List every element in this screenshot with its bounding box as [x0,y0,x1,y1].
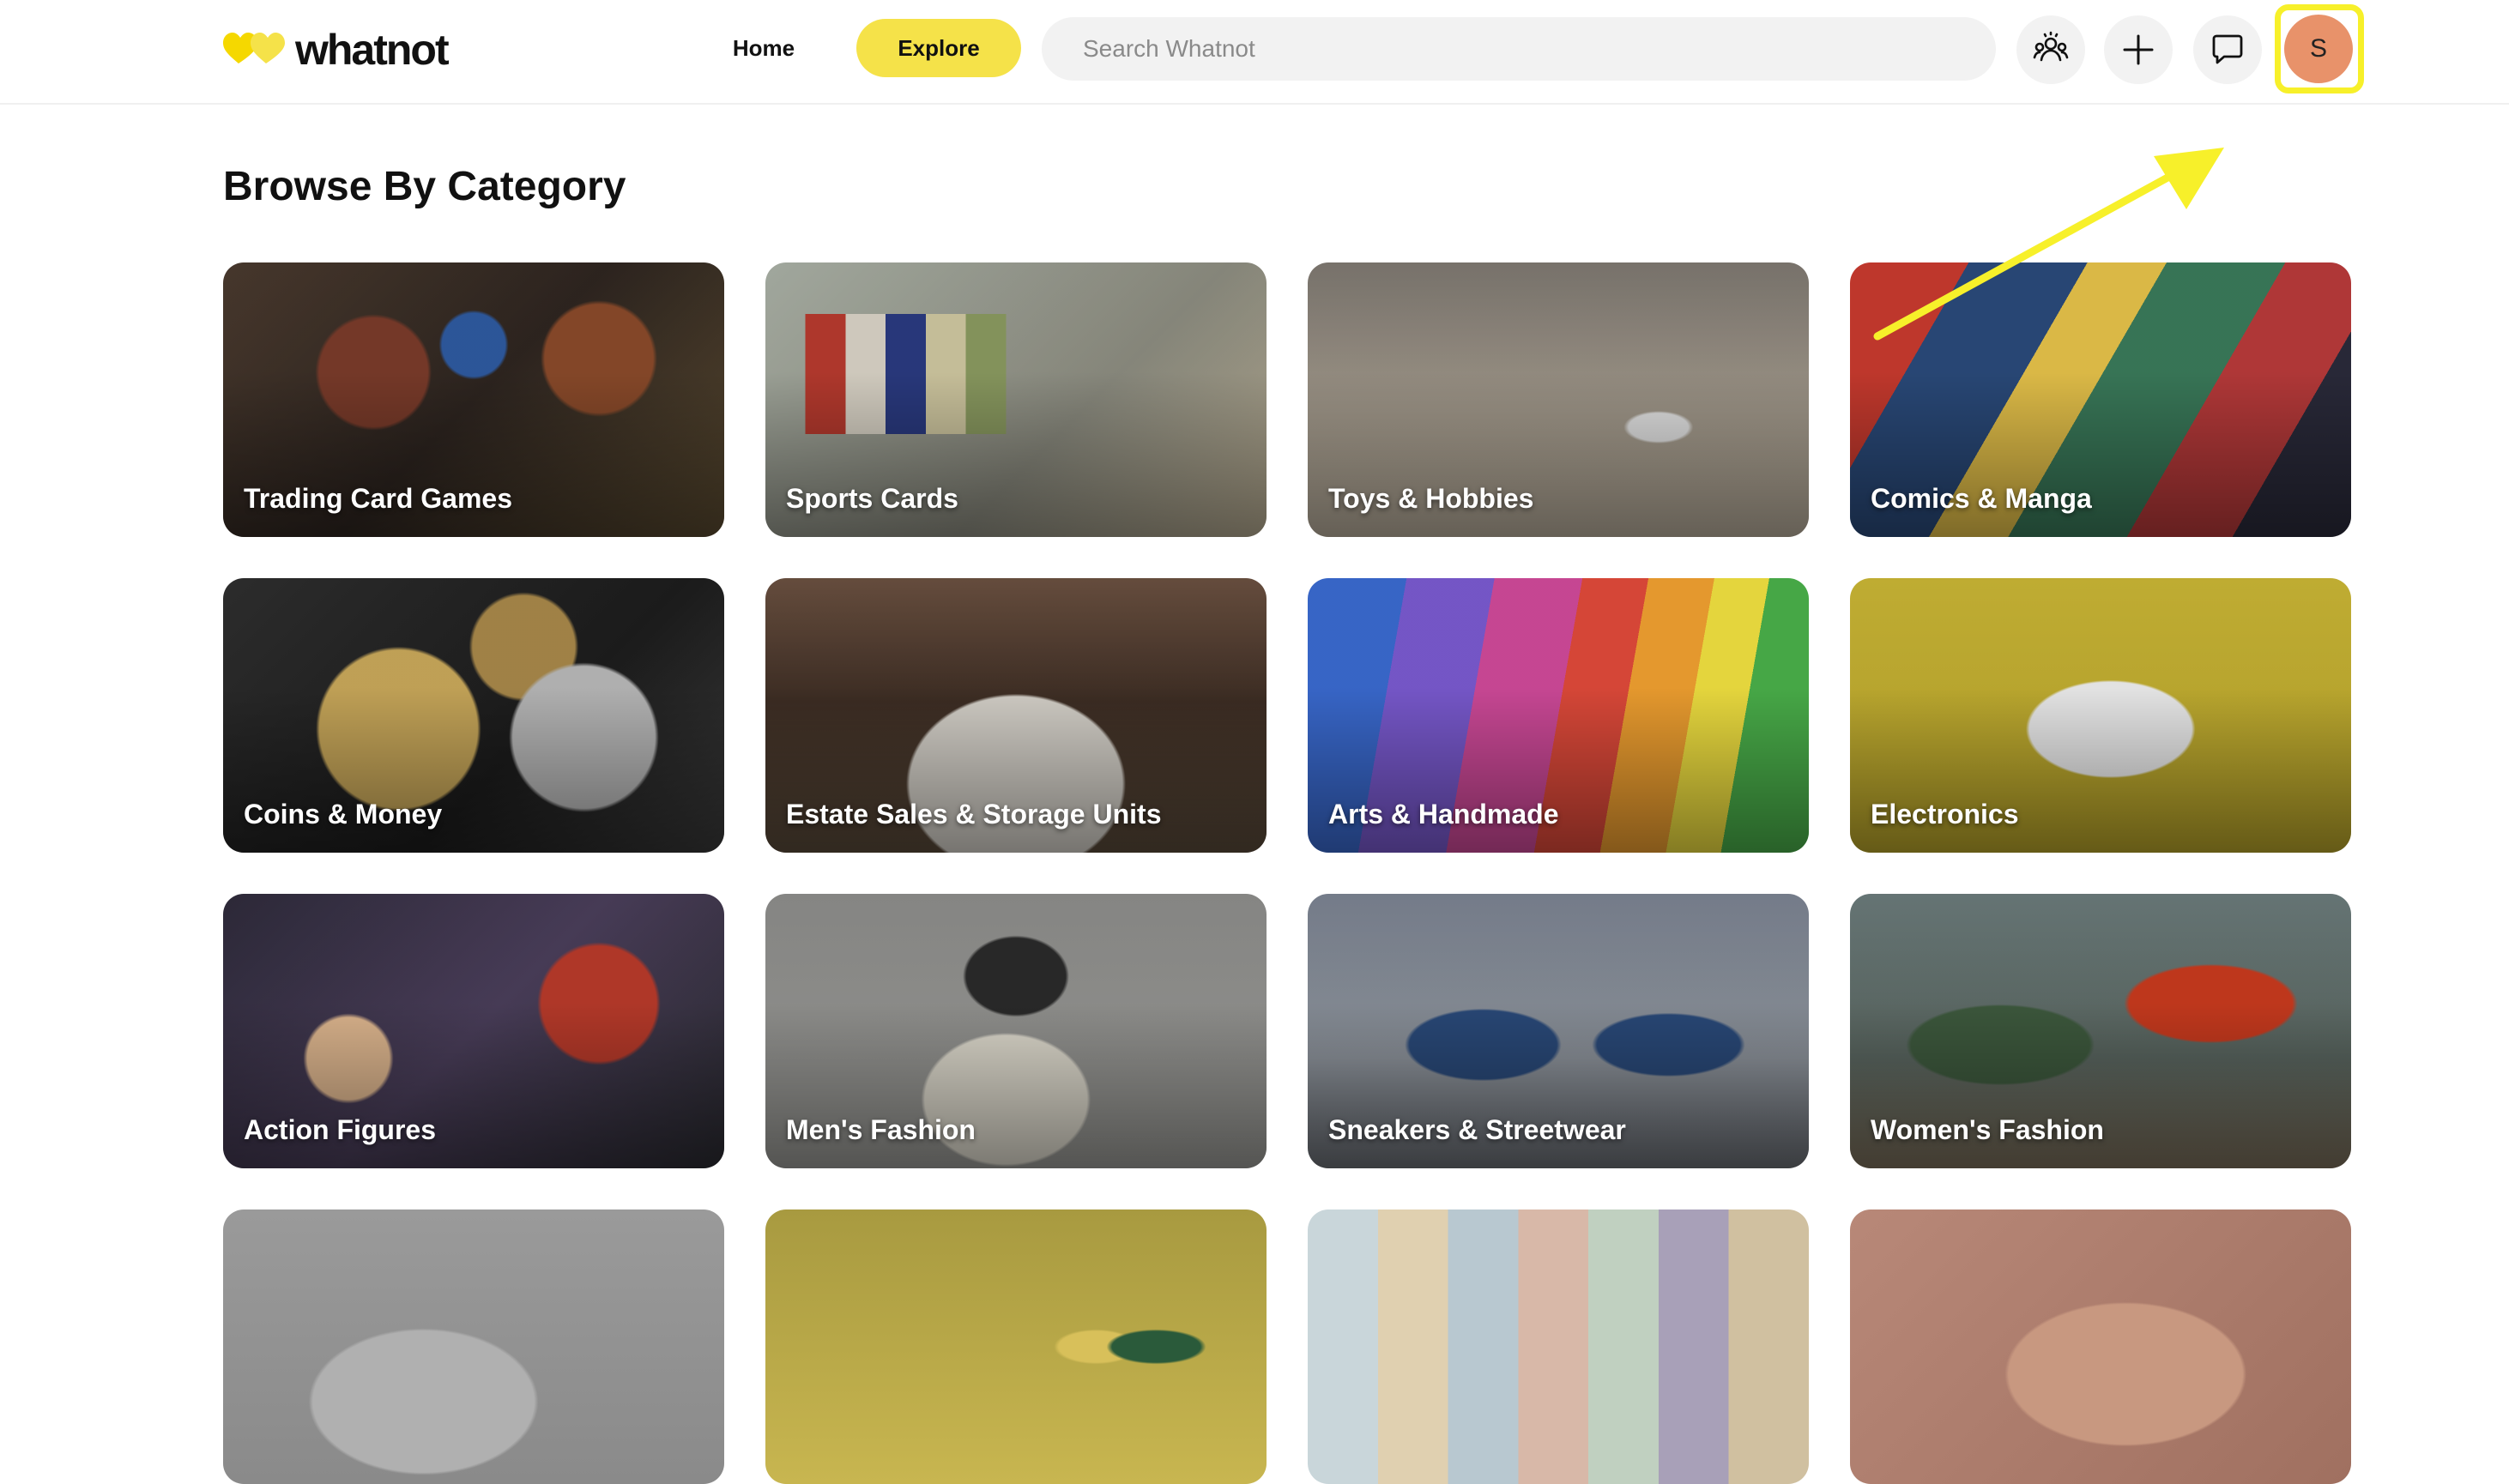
category-card-mens-fashion[interactable]: Men's Fashion [765,894,1267,1168]
category-card-trading-card-games[interactable]: Trading Card Games [223,262,724,537]
category-card-beauty[interactable] [765,1210,1267,1484]
category-card-womens-fashion[interactable]: Women's Fashion [1850,894,2351,1168]
search-input[interactable] [1042,17,1996,81]
community-button[interactable] [2016,15,2085,84]
nav-home-link[interactable]: Home [712,19,815,77]
top-nav-bar: whatnot Home Explore S [0,0,2509,105]
category-label: Toys & Hobbies [1328,483,1534,514]
category-card-estate-sales[interactable]: Estate Sales & Storage Units [765,578,1267,853]
user-avatar-button[interactable]: S [2284,15,2353,83]
category-grid: Trading Card Games Sports Cards Toys & H… [223,262,2353,1484]
category-card-arts-handmade[interactable]: Arts & Handmade [1308,578,1809,853]
category-label: Estate Sales & Storage Units [786,799,1162,829]
category-label: Arts & Handmade [1328,799,1559,829]
category-card-coins-money[interactable]: Coins & Money [223,578,724,853]
create-button[interactable] [2104,15,2173,84]
messages-button[interactable] [2193,15,2262,84]
category-label: Coins & Money [244,799,443,829]
category-label: Sneakers & Streetwear [1328,1114,1626,1145]
nav-explore-link[interactable]: Explore [856,19,1021,77]
page-title: Browse By Category [223,164,626,209]
category-card-toys-hobbies[interactable]: Toys & Hobbies [1308,262,1809,537]
category-card-electronics[interactable]: Electronics [1850,578,2351,853]
category-label: Men's Fashion [786,1114,976,1145]
hearts-logo-icon [223,33,285,63]
category-card-action-figures[interactable]: Action Figures [223,894,724,1168]
category-card-sports-cards[interactable]: Sports Cards [765,262,1267,537]
category-card-sneakers-streetwear[interactable]: Sneakers & Streetwear [1308,894,1809,1168]
category-card-jewelry[interactable] [1850,1210,2351,1484]
category-label: Action Figures [244,1114,437,1145]
community-icon [2033,31,2069,62]
category-label: Electronics [1871,799,2019,829]
chat-icon [2212,34,2243,64]
category-card-bags[interactable] [223,1210,724,1484]
brand-wordmark: whatnot [295,26,450,74]
category-label: Women's Fashion [1871,1114,2104,1145]
whatnot-logo[interactable]: whatnot [223,26,450,74]
category-label: Sports Cards [786,483,958,514]
category-card-kids[interactable] [1308,1210,1809,1484]
category-card-comics-manga[interactable]: Comics & Manga [1850,262,2351,537]
category-label: Comics & Manga [1871,483,2092,514]
plus-icon [2123,34,2154,65]
category-label: Trading Card Games [244,483,512,514]
